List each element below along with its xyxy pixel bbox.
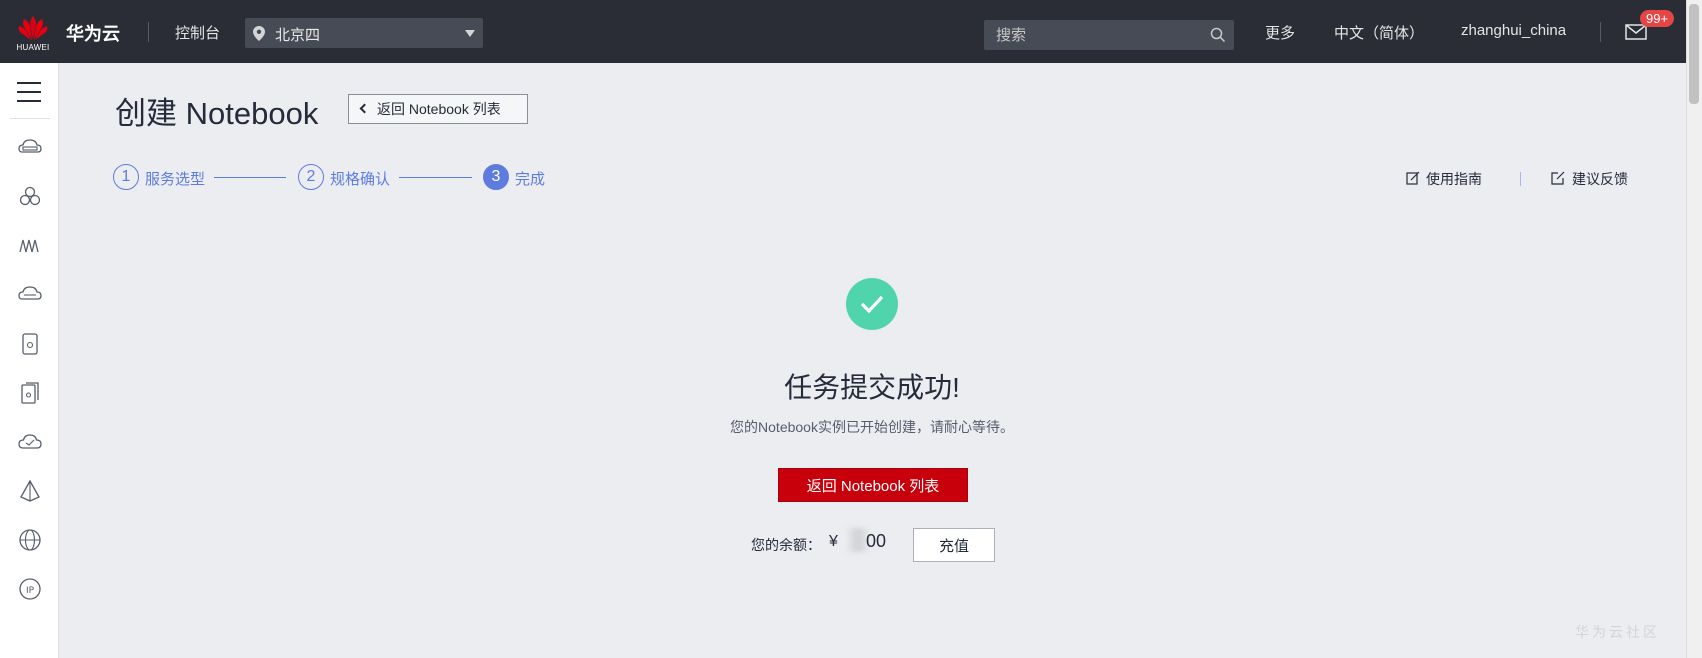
top-navigation-bar: HUAWEI 华为云 控制台 北京四 更多 中文（简体） zhanghui_ch…	[0, 0, 1702, 63]
result-description: 您的Notebook实例已开始创建，请耐心等待。	[730, 419, 1014, 435]
function-icon[interactable]	[18, 234, 42, 258]
globe-icon[interactable]	[18, 528, 42, 552]
huawei-logo[interactable]: HUAWEI	[14, 12, 52, 52]
step-connector	[214, 177, 286, 178]
header-divider	[1600, 22, 1601, 42]
menu-icon[interactable]	[17, 82, 41, 109]
search-input[interactable]	[984, 20, 1234, 50]
step-3-label: 完成	[515, 171, 546, 188]
success-icon	[846, 278, 898, 330]
search-icon[interactable]	[1210, 27, 1226, 43]
back-to-list-button[interactable]: 返回 Notebook 列表	[348, 94, 528, 124]
svg-text:IP: IP	[26, 586, 35, 596]
step-3-number: 3	[483, 164, 509, 190]
language-selector[interactable]: 中文（简体）	[1334, 22, 1424, 43]
back-to-list-label: 返回 Notebook 列表	[377, 101, 501, 117]
location-pin-icon	[253, 26, 265, 41]
chevron-left-icon	[359, 103, 370, 114]
left-sidebar: IP	[0, 63, 59, 658]
currency-symbol: ¥	[829, 533, 838, 550]
chevron-down-icon	[465, 30, 475, 37]
check-icon	[860, 295, 884, 314]
balance-value: 00	[866, 531, 887, 551]
more-menu[interactable]: 更多	[1265, 22, 1295, 43]
huawei-flower-icon	[18, 16, 48, 40]
watermark: 华为云社区	[1575, 624, 1660, 640]
recharge-button[interactable]: 充值	[913, 528, 995, 562]
mail-icon[interactable]	[1625, 24, 1647, 40]
console-link[interactable]: 控制台	[175, 22, 220, 43]
sidebar-divider	[10, 118, 50, 119]
user-menu[interactable]: zhanghui_china	[1461, 22, 1566, 39]
ip-icon[interactable]: IP	[18, 577, 42, 601]
step-2-number: 2	[298, 164, 324, 190]
step-1-number: 1	[113, 164, 139, 190]
page-title: 创建 Notebook	[115, 96, 319, 131]
region-selector[interactable]: 北京四	[245, 18, 483, 48]
scrollbar-thumb[interactable]	[1689, 4, 1699, 104]
step-1-label: 服务选型	[145, 171, 206, 188]
brand-name[interactable]: 华为云	[66, 20, 120, 46]
cloud-server-icon[interactable]	[18, 136, 42, 160]
guide-icon[interactable]	[1406, 171, 1420, 185]
result-title: 任务提交成功!	[784, 372, 960, 403]
balance-label: 您的余额：	[751, 537, 821, 553]
region-value: 北京四	[275, 27, 321, 44]
step-2-label: 规格确认	[330, 171, 391, 188]
mail-badge: 99+	[1640, 10, 1675, 27]
return-to-list-button[interactable]: 返回 Notebook 列表	[778, 468, 968, 502]
user-guide-link[interactable]: 使用指南	[1426, 169, 1482, 189]
logo-text: HUAWEI	[16, 43, 50, 52]
feedback-icon[interactable]	[1551, 171, 1565, 185]
phone-icon[interactable]	[18, 332, 42, 356]
cluster-icon[interactable]	[18, 185, 42, 209]
header-divider	[148, 22, 149, 42]
feedback-link[interactable]: 建议反馈	[1572, 169, 1628, 189]
link-divider	[1520, 172, 1521, 186]
step-connector	[399, 177, 472, 178]
storage-icon[interactable]	[18, 283, 42, 307]
network-icon[interactable]	[18, 479, 42, 503]
